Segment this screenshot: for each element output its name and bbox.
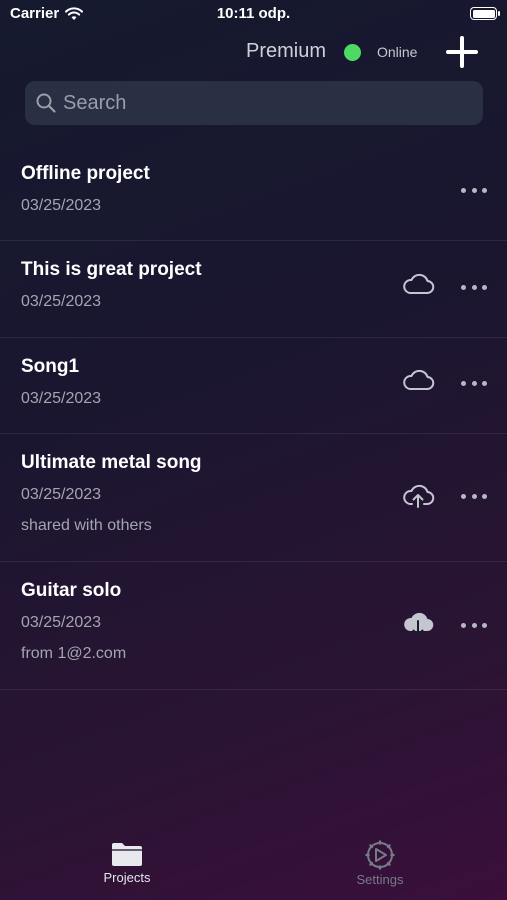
- project-title: Guitar solo: [21, 580, 122, 601]
- project-date: 03/25/2023: [21, 197, 102, 214]
- search-input[interactable]: [63, 91, 443, 115]
- folder-icon: [112, 843, 142, 866]
- online-status-dot: [344, 44, 361, 61]
- search-icon: [36, 93, 56, 113]
- settings-icon: [365, 840, 395, 870]
- cloud-icon: [403, 273, 435, 294]
- add-project-button[interactable]: [444, 34, 480, 70]
- online-label: Online: [377, 44, 418, 60]
- project-title: Offline project: [21, 163, 150, 184]
- cloud-download-icon[interactable]: [401, 609, 435, 637]
- project-date: 03/25/2023: [21, 390, 102, 407]
- project-row[interactable]: Ultimate metal song 03/25/2023 shared wi…: [0, 434, 507, 562]
- tab-projects-label: Projects: [103, 870, 151, 885]
- project-title: This is great project: [21, 259, 202, 280]
- more-options-button[interactable]: [458, 180, 490, 200]
- project-list: Offline project 03/25/2023 This is great…: [0, 145, 507, 690]
- cloud-icon: [403, 369, 435, 390]
- more-options-button[interactable]: [458, 373, 490, 393]
- header: Premium Online: [0, 32, 507, 74]
- project-row[interactable]: Guitar solo 03/25/2023 from 1@2.com: [0, 562, 507, 690]
- clock: 10:11 odp.: [216, 5, 291, 22]
- more-options-button[interactable]: [458, 277, 490, 297]
- tab-settings-label: Settings: [356, 872, 404, 887]
- cloud-upload-icon[interactable]: [401, 481, 435, 509]
- tab-projects[interactable]: Projects: [67, 840, 187, 885]
- tab-settings[interactable]: Settings: [320, 840, 440, 887]
- project-share-status: shared with others: [21, 517, 152, 534]
- premium-label[interactable]: Premium: [246, 40, 326, 63]
- project-row[interactable]: This is great project 03/25/2023: [0, 241, 507, 338]
- tab-bar: Projects Settings: [0, 840, 507, 900]
- project-row[interactable]: Song1 03/25/2023: [0, 338, 507, 434]
- project-date: 03/25/2023: [21, 486, 102, 503]
- project-date: 03/25/2023: [21, 614, 102, 631]
- project-date: 03/25/2023: [21, 293, 102, 310]
- status-bar: Carrier 10:11 odp.: [0, 0, 507, 30]
- project-title: Song1: [21, 356, 80, 377]
- battery-icon: [470, 7, 500, 20]
- project-row[interactable]: Offline project 03/25/2023: [0, 145, 507, 241]
- more-options-button[interactable]: [458, 615, 490, 635]
- project-title: Ultimate metal song: [21, 452, 202, 473]
- search-bar[interactable]: [25, 81, 483, 125]
- project-owner: from 1@2.com: [21, 645, 127, 662]
- more-options-button[interactable]: [458, 486, 490, 506]
